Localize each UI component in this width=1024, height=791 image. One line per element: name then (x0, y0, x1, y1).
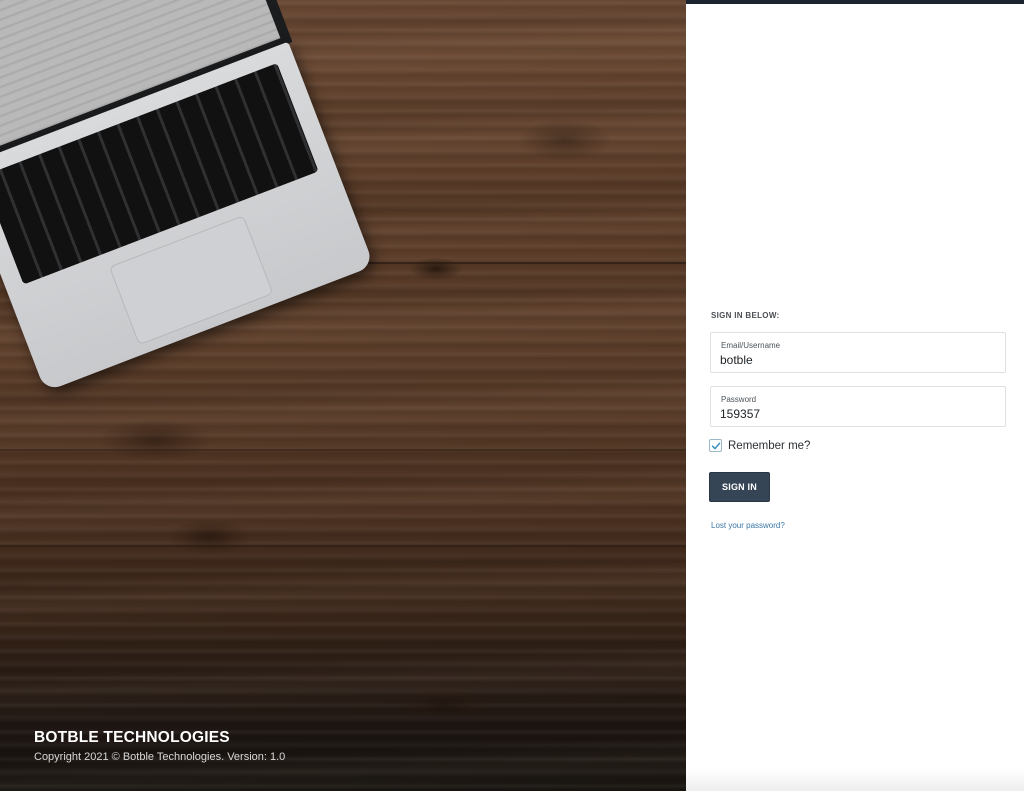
email-field[interactable]: Email/Username (710, 332, 1006, 373)
wood-knot (170, 520, 250, 554)
wood-knot (400, 690, 490, 720)
laptop-image (0, 0, 404, 414)
lost-password-link[interactable]: Lost your password? (711, 521, 785, 530)
background-image: BOTBLE TECHNOLOGIES Copyright 2021 © Bot… (0, 0, 686, 791)
top-accent-bar (686, 0, 1024, 4)
email-field-label: Email/Username (721, 341, 781, 350)
wood-knot (410, 258, 462, 280)
brand-title: BOTBLE TECHNOLOGIES (34, 729, 230, 746)
wood-plank-seam (0, 545, 686, 547)
signin-heading: SIGN IN BELOW: (711, 311, 780, 320)
check-icon (711, 442, 721, 450)
email-input[interactable] (720, 352, 996, 368)
password-field[interactable]: Password (710, 386, 1006, 427)
password-input[interactable] (720, 406, 996, 422)
wood-plank-seam (0, 449, 686, 451)
copyright-text: Copyright 2021 © Botble Technologies. Ve… (34, 751, 286, 763)
wood-knot (100, 420, 210, 460)
remember-me-label[interactable]: Remember me? (728, 440, 810, 452)
sign-in-button[interactable]: SIGN IN (709, 472, 770, 502)
remember-me-checkbox[interactable] (709, 439, 722, 452)
wood-knot (520, 120, 610, 160)
password-field-label: Password (721, 395, 757, 404)
bottom-shade (686, 769, 1024, 791)
login-panel: SIGN IN BELOW: Email/Username Password R… (686, 0, 1024, 791)
